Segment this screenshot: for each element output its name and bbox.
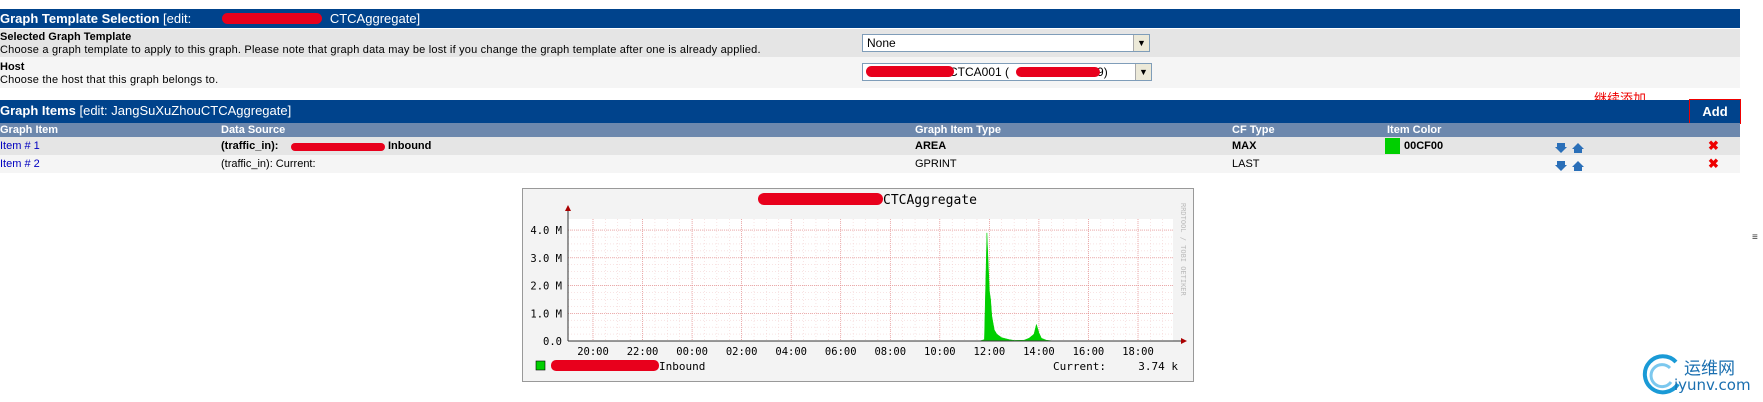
move-up-icon[interactable] xyxy=(1572,159,1584,177)
item-source-prefix: (traffic_in): Current: xyxy=(221,158,316,170)
graph-template-value: None xyxy=(867,36,896,50)
host-label: Host xyxy=(0,61,25,73)
item-source-prefix: (traffic_in): xyxy=(221,140,279,152)
chevron-down-icon: ▼ xyxy=(1135,64,1151,80)
chart-title: CTCAggregate xyxy=(883,193,977,208)
graph-chart: 4.0 M 3.0 M 2.0 M 1.0 M 0.0 20:00 22:00 00:00 02… xyxy=(530,193,1187,373)
redaction-mark xyxy=(866,66,954,77)
selected-template-description: Choose a graph template to apply to this… xyxy=(0,44,761,56)
x-tick-label: 20:00 xyxy=(577,346,609,358)
item-cf: MAX xyxy=(1232,140,1257,152)
graph-template-select[interactable]: None ▼ xyxy=(862,34,1150,52)
x-tick-label: 00:00 xyxy=(676,346,708,358)
redaction-mark xyxy=(222,13,322,24)
item-cf: LAST xyxy=(1232,158,1260,170)
y-tick-label: 1.0 M xyxy=(530,308,562,320)
selected-template-row: Selected Graph Template Choose a graph t… xyxy=(0,29,1740,57)
legend-label: Inbound xyxy=(659,360,705,373)
items-section-title: Graph Items xyxy=(0,103,76,118)
color-swatch xyxy=(1385,138,1400,154)
item-type: AREA xyxy=(915,140,947,152)
col-graph-item: Graph Item xyxy=(0,124,59,136)
item-source-suffix: Inbound xyxy=(388,140,432,152)
col-item-color: Item Color xyxy=(1387,124,1442,136)
x-tick-label: 06:00 xyxy=(825,346,857,358)
col-graph-item-type: Graph Item Type xyxy=(915,124,1001,136)
legend-swatch xyxy=(535,360,546,371)
x-axis-arrow xyxy=(1181,338,1187,344)
site-logo: 运维网 iyunv.com xyxy=(1640,350,1751,398)
item-link[interactable]: Item # 2 xyxy=(0,155,40,173)
table-row: Item # 1 (traffic_in): Inbound AREA MAX … xyxy=(0,137,1740,155)
chevron-down-icon: ▼ xyxy=(1133,35,1149,51)
watermark-text: RRDTOOL / TOBI OETIKER xyxy=(1179,203,1187,297)
y-tick-label: 4.0 M xyxy=(530,225,562,237)
col-cf-type: CF Type xyxy=(1232,124,1275,136)
redaction-mark xyxy=(291,143,385,151)
scrollbar-grip-icon[interactable]: ≡ xyxy=(1752,232,1758,243)
selected-template-label: Selected Graph Template xyxy=(0,31,132,43)
items-section-header: Graph Items [edit: JangSuXuZhouCTCAggreg… xyxy=(0,100,1690,123)
redaction-mark xyxy=(551,360,659,371)
col-data-source: Data Source xyxy=(221,124,286,136)
y-tick-label: 2.0 M xyxy=(530,281,562,293)
table-row: Item # 2 (traffic_in): Current: GPRINT L… xyxy=(0,155,1740,173)
item-link[interactable]: Item # 1 xyxy=(0,137,40,155)
item-color-hex: 00CF00 xyxy=(1404,140,1444,152)
item-type: GPRINT xyxy=(915,158,957,170)
delete-icon[interactable]: ✖ xyxy=(1708,137,1719,155)
template-section-title: Graph Template Selection xyxy=(0,11,160,26)
x-tick-label: 16:00 xyxy=(1073,346,1105,358)
plot-area xyxy=(568,219,1173,341)
items-table-header: Graph Item Data Source Graph Item Type C… xyxy=(0,123,1740,137)
template-section-edit-suffix: CTCAggregate] xyxy=(329,11,421,26)
x-tick-label: 10:00 xyxy=(924,346,956,358)
x-tick-label: 14:00 xyxy=(1023,346,1055,358)
x-tick-label: 12:00 xyxy=(974,346,1006,358)
graph-preview: 4.0 M 3.0 M 2.0 M 1.0 M 0.0 20:00 22:00 00:00 02… xyxy=(522,188,1194,382)
redaction-mark xyxy=(758,193,883,205)
move-down-icon[interactable] xyxy=(1555,159,1567,177)
items-section-edit: [edit: JangSuXuZhouCTCAggregate] xyxy=(79,103,292,118)
current-value: 3.74 k xyxy=(1138,360,1178,373)
host-description: Choose the host that this graph belongs … xyxy=(0,74,219,86)
y-tick-label: 0.0 xyxy=(543,336,562,348)
delete-icon[interactable]: ✖ xyxy=(1708,155,1719,173)
current-label: Current: xyxy=(1053,360,1106,373)
x-tick-label: 08:00 xyxy=(874,346,906,358)
x-tick-label: 02:00 xyxy=(726,346,758,358)
x-tick-label: 04:00 xyxy=(775,346,807,358)
redaction-mark xyxy=(1016,67,1100,77)
y-tick-label: 3.0 M xyxy=(530,253,562,265)
host-value: CTCA001 ( xyxy=(949,65,1010,79)
template-section-edit-prefix: [edit: xyxy=(163,11,195,26)
x-tick-label: 22:00 xyxy=(627,346,659,358)
add-item-button[interactable]: Add xyxy=(1689,99,1741,124)
y-axis-arrow xyxy=(565,205,571,211)
logo-url: iyunv.com xyxy=(1674,376,1751,394)
x-tick-label: 18:00 xyxy=(1122,346,1154,358)
